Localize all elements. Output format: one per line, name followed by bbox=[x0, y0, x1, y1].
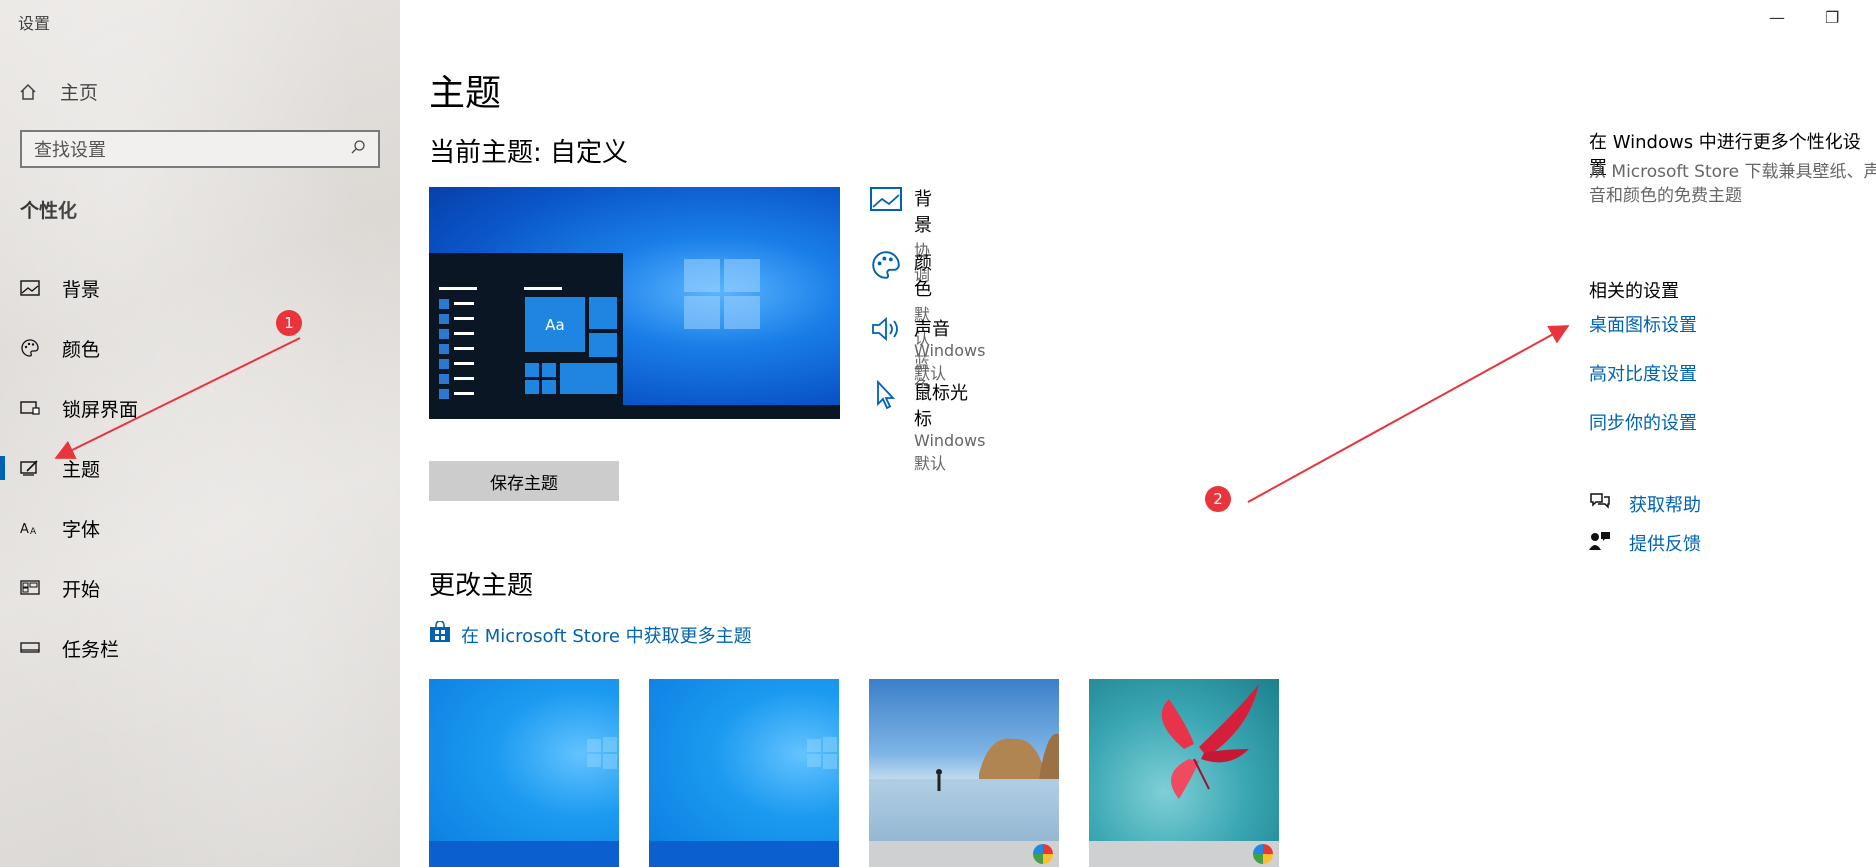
section-title: 个性化 bbox=[20, 200, 78, 222]
related-settings-title: 相关的设置 bbox=[1589, 281, 1679, 302]
preview-taskbar bbox=[429, 405, 840, 419]
sidebar-item-label: 锁屏界面 bbox=[62, 398, 139, 421]
current-theme-title: 当前主题: 自定义 bbox=[429, 138, 629, 168]
theme-icon bbox=[20, 458, 40, 478]
annotation-marker-1: 1 bbox=[276, 310, 302, 336]
thumbnail-bar bbox=[1089, 841, 1279, 867]
theme-thumbnail-windows-light[interactable] bbox=[649, 679, 839, 867]
store-link-label: 在 Microsoft Store 中获取更多主题 bbox=[461, 625, 752, 647]
sidebar-item-label: 字体 bbox=[62, 518, 101, 541]
get-help-link[interactable]: 获取帮助 bbox=[1589, 491, 1701, 517]
search-placeholder: 查找设置 bbox=[34, 140, 106, 161]
high-contrast-settings-link[interactable]: 高对比度设置 bbox=[1589, 360, 1697, 386]
property-value: Windows 默认 bbox=[914, 341, 986, 383]
sidebar-item-color[interactable]: 颜色 bbox=[0, 318, 400, 378]
get-help-label: 获取帮助 bbox=[1629, 495, 1701, 516]
annotation-arrow-2 bbox=[1247, 325, 1570, 503]
search-input[interactable]: 查找设置 bbox=[20, 130, 380, 168]
restore-button[interactable]: ❐ bbox=[1825, 8, 1839, 27]
store-icon bbox=[429, 620, 451, 648]
windows-logo bbox=[684, 259, 762, 331]
page-title: 主题 bbox=[429, 73, 502, 114]
theme-thumbnail-flower[interactable] bbox=[1089, 679, 1279, 867]
help-chat-icon bbox=[1589, 492, 1611, 517]
property-value: Windows 默认 bbox=[914, 431, 986, 473]
sidebar: 设置 主页 查找设置 个性化 背景 颜色 锁屏界面 主题 A A 字体 开始 任… bbox=[0, 0, 400, 867]
change-theme-title: 更改主题 bbox=[429, 571, 534, 601]
cursor-icon bbox=[870, 379, 902, 474]
color-wheel-icon bbox=[1253, 844, 1273, 864]
theme-preview: Aa bbox=[429, 187, 840, 419]
property-cursor[interactable]: 鼠标光标 Windows 默认 bbox=[870, 379, 985, 474]
thumbnail-bar bbox=[869, 841, 1059, 867]
sidebar-item-label: 任务栏 bbox=[62, 638, 120, 661]
taskbar-icon bbox=[20, 638, 40, 658]
color-wheel-icon bbox=[1033, 844, 1053, 864]
sidebar-item-label: 颜色 bbox=[62, 338, 101, 361]
feedback-person-icon bbox=[1589, 531, 1611, 556]
start-icon bbox=[20, 578, 40, 598]
personalize-description: 从 Microsoft Store 下载兼具壁纸、声音和颜色的免费主题 bbox=[1589, 162, 1876, 206]
nav-home[interactable]: 主页 bbox=[18, 78, 98, 105]
sidebar-item-label: 背景 bbox=[62, 278, 101, 301]
feedback-label: 提供反馈 bbox=[1629, 534, 1701, 555]
desktop-icon-settings-link[interactable]: 桌面图标设置 bbox=[1589, 311, 1697, 337]
font-icon: AA bbox=[20, 518, 40, 538]
property-sound[interactable]: 声音 Windows 默认 bbox=[870, 315, 985, 384]
home-icon bbox=[18, 82, 38, 102]
thumbnail-bar bbox=[429, 841, 619, 867]
sidebar-item-background[interactable]: 背景 bbox=[0, 258, 400, 318]
sync-settings-link[interactable]: 同步你的设置 bbox=[1589, 409, 1697, 435]
property-title: 鼠标光标 bbox=[914, 383, 968, 430]
svg-text:A: A bbox=[30, 527, 37, 537]
save-theme-button[interactable]: 保存主题 bbox=[429, 461, 619, 501]
image-icon bbox=[20, 278, 40, 298]
property-title: 背景 bbox=[914, 189, 932, 236]
thumbnail-bar bbox=[649, 841, 839, 867]
sidebar-item-label: 主题 bbox=[62, 458, 101, 481]
sidebar-item-theme[interactable]: 主题 bbox=[0, 438, 400, 498]
sidebar-item-start[interactable]: 开始 bbox=[0, 558, 400, 618]
minimize-button[interactable]: — bbox=[1769, 8, 1785, 27]
nav-home-label: 主页 bbox=[60, 82, 99, 104]
lock-screen-icon bbox=[20, 398, 40, 418]
sidebar-item-lock-screen[interactable]: 锁屏界面 bbox=[0, 378, 400, 438]
speaker-icon bbox=[870, 315, 902, 384]
svg-text:A: A bbox=[20, 522, 29, 537]
palette-icon bbox=[20, 338, 40, 358]
sidebar-item-font[interactable]: AA 字体 bbox=[0, 498, 400, 558]
nav-list: 背景 颜色 锁屏界面 主题 AA 字体 开始 任务栏 bbox=[0, 258, 400, 678]
annotation-marker-2: 2 bbox=[1205, 486, 1231, 512]
app-title: 设置 bbox=[18, 14, 51, 33]
theme-thumbnail-beach[interactable] bbox=[869, 679, 1059, 867]
sidebar-item-label: 开始 bbox=[62, 578, 101, 601]
feedback-link[interactable]: 提供反馈 bbox=[1589, 530, 1701, 556]
search-icon[interactable] bbox=[350, 139, 366, 160]
property-title: 颜色 bbox=[914, 253, 932, 300]
store-themes-link[interactable]: 在 Microsoft Store 中获取更多主题 bbox=[429, 620, 752, 648]
sidebar-item-taskbar[interactable]: 任务栏 bbox=[0, 618, 400, 678]
preview-tile-aa: Aa bbox=[525, 297, 585, 352]
property-title: 声音 bbox=[914, 319, 950, 340]
theme-thumbnail-windows[interactable] bbox=[429, 679, 619, 867]
